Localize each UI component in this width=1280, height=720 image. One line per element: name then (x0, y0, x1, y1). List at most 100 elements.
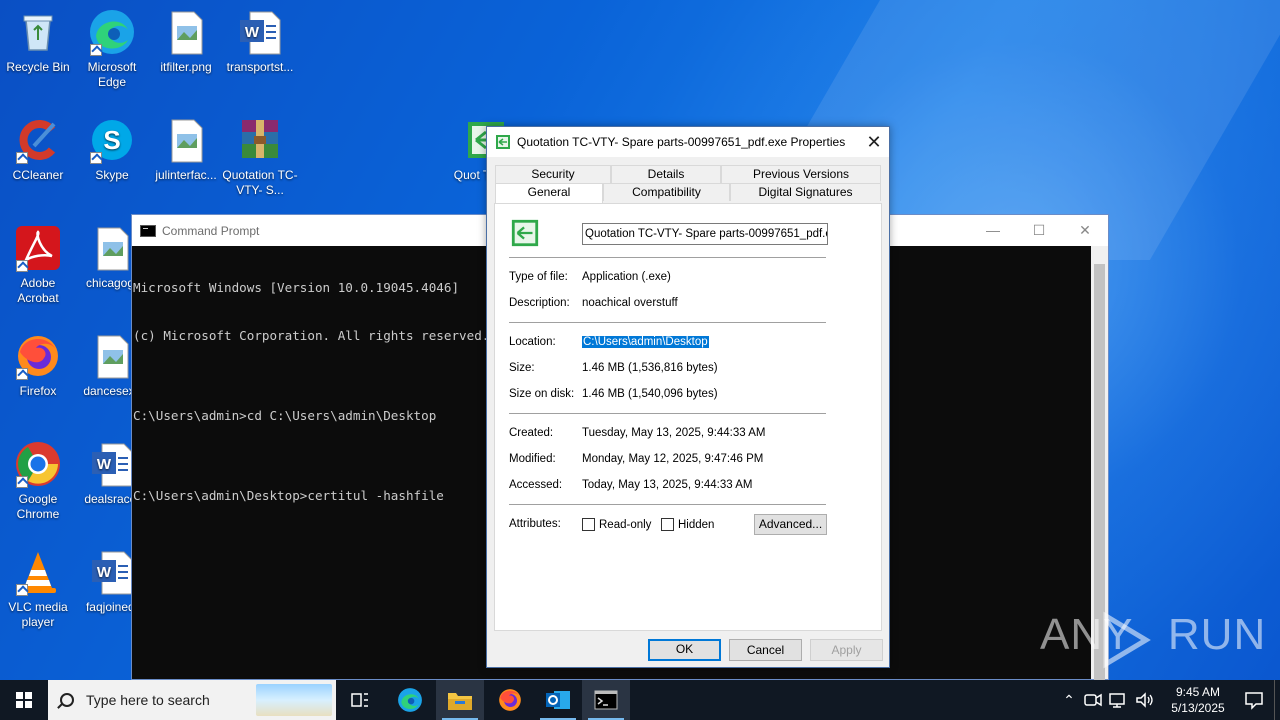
description-value: noachical overstuff (582, 297, 678, 309)
cancel-button[interactable]: Cancel (729, 639, 802, 661)
tab-compatibility[interactable]: Compatibility (603, 183, 730, 201)
desktop-icon-julinterfac[interactable]: julinterfac... (148, 116, 224, 183)
shortcut-arrow-icon (16, 476, 28, 488)
notifications-icon[interactable] (1234, 690, 1274, 710)
properties-dialog[interactable]: Quotation TC-VTY- Spare parts-00997651_p… (486, 126, 890, 668)
file-name-field[interactable]: Quotation TC-VTY- Spare parts-00997651_p… (582, 223, 828, 245)
maximize-icon[interactable]: ☐ (1016, 215, 1062, 246)
desktop-icon-itfilter[interactable]: itfilter.png (148, 8, 224, 75)
desktop-icon-ccleaner[interactable]: CCleaner (0, 116, 76, 183)
network-icon[interactable] (1108, 691, 1130, 709)
description-label: Description: (509, 297, 570, 309)
desktop-icon-label: transportst... (226, 60, 294, 74)
desktop-icon-firefox[interactable]: Firefox (0, 332, 76, 399)
taskbar-edge[interactable] (386, 680, 434, 720)
type-value: Application (.exe) (582, 271, 671, 283)
shortcut-arrow-icon (90, 44, 102, 56)
winrar-archive-icon (236, 116, 284, 164)
desktop-icon-edge[interactable]: Microsoft Edge (74, 8, 150, 90)
size-value: 1.46 MB (1,536,816 bytes) (582, 362, 718, 374)
attributes-label: Attributes: (509, 518, 561, 530)
desktop-icon-vlc[interactable]: VLC media player (0, 548, 76, 630)
word-doc-icon: W (88, 440, 136, 488)
windows-logo-icon (16, 692, 32, 708)
ok-button[interactable]: OK (648, 639, 721, 661)
desktop-icon-label: VLC media player (8, 600, 68, 629)
desktop-icon-recycle-bin[interactable]: Recycle Bin (0, 8, 76, 75)
divider (509, 504, 826, 505)
apply-button[interactable]: Apply (810, 639, 883, 661)
desktop-icon-label: julinterfac... (155, 168, 217, 182)
taskbar-outlook[interactable] (534, 680, 582, 720)
checkbox-box[interactable] (661, 518, 674, 531)
desktop-icon-label: itfilter.png (160, 60, 212, 74)
show-desktop-button[interactable] (1274, 680, 1280, 720)
readonly-checkbox[interactable]: Read-only (582, 518, 651, 531)
taskbar-clock[interactable]: 9:45 AM 5/13/2025 (1162, 684, 1234, 716)
desktop-icon-transportst[interactable]: W transportst... (222, 8, 298, 75)
tab-details[interactable]: Details (611, 165, 721, 183)
skype-icon: S (88, 116, 136, 164)
edge-icon (398, 688, 422, 712)
svg-text:W: W (97, 456, 112, 473)
created-label: Created: (509, 427, 554, 439)
dialog-title: Quotation TC-VTY- Spare parts-00997651_p… (517, 135, 846, 149)
chrome-icon (14, 440, 62, 488)
desktop-icon-chrome[interactable]: Google Chrome (0, 440, 76, 522)
hidden-checkbox[interactable]: Hidden (661, 518, 714, 531)
shortcut-arrow-icon (16, 368, 28, 380)
minimize-icon[interactable]: — (970, 215, 1016, 246)
dialog-title-bar[interactable]: Quotation TC-VTY- Spare parts-00997651_p… (487, 127, 889, 157)
general-tab-panel: Quotation TC-VTY- Spare parts-00997651_p… (494, 203, 882, 631)
accessed-value: Today, May 13, 2025, 9:44:33 AM (582, 479, 753, 491)
task-view-button[interactable] (336, 680, 384, 720)
svg-text:S: S (103, 125, 120, 155)
taskbar-file-explorer[interactable] (436, 680, 484, 720)
tab-security[interactable]: Security (495, 165, 611, 183)
cmd-title: Command Prompt (162, 223, 260, 238)
taskbar-firefox[interactable] (486, 680, 534, 720)
meet-now-icon[interactable] (1082, 691, 1104, 709)
image-file-icon (88, 224, 136, 272)
tab-previous-versions[interactable]: Previous Versions (721, 165, 881, 183)
word-doc-icon: W (236, 8, 284, 56)
desktop-icon-label: Quotation TC-VTY- S... (222, 168, 298, 197)
search-placeholder: Type here to search (86, 692, 210, 708)
created-value: Tuesday, May 13, 2025, 9:44:33 AM (582, 427, 766, 439)
size-label: Size: (509, 362, 535, 374)
volume-icon[interactable] (1134, 691, 1156, 709)
shortcut-arrow-icon (16, 260, 28, 272)
acrobat-icon (14, 224, 62, 272)
search-highlight-image (256, 684, 332, 716)
close-icon[interactable]: ✕ (1062, 215, 1108, 246)
checkbox-box[interactable] (582, 518, 595, 531)
desktop-icon-label: Adobe Acrobat (17, 276, 59, 305)
location-selection[interactable]: C:\Users\admin\Desktop (582, 336, 709, 348)
tab-digital-signatures[interactable]: Digital Signatures (730, 183, 881, 201)
shortcut-arrow-icon (90, 152, 102, 164)
exe-file-icon (511, 219, 539, 247)
close-icon[interactable]: ✕ (859, 127, 889, 157)
desktop-icon-adobe-acrobat[interactable]: Adobe Acrobat (0, 224, 76, 306)
divider (509, 257, 826, 258)
chevron-up-icon[interactable]: ⌃ (1056, 692, 1082, 709)
modified-label: Modified: (509, 453, 556, 465)
vlc-icon (14, 548, 62, 596)
clock-date: 5/13/2025 (1171, 701, 1225, 715)
shortcut-arrow-icon (16, 584, 28, 596)
taskbar-command-prompt[interactable] (582, 680, 630, 720)
desktop-icon-label: CCleaner (12, 168, 64, 182)
taskbar-search-box[interactable]: Type here to search (48, 680, 336, 720)
desktop-icon-skype[interactable]: S Skype (74, 116, 150, 183)
task-view-icon (351, 693, 368, 707)
search-icon (60, 693, 74, 707)
desktop-icon-quotation-archive[interactable]: Quotation TC-VTY- S... (222, 116, 298, 198)
tab-general[interactable]: General (495, 183, 603, 203)
divider (509, 413, 826, 414)
advanced-button[interactable]: Advanced... (754, 514, 827, 535)
desktop-icon-label: Microsoft Edge (87, 60, 137, 89)
outlook-icon (546, 691, 570, 709)
word-doc-icon: W (88, 548, 136, 596)
start-button[interactable] (0, 680, 48, 720)
ccleaner-icon (14, 116, 62, 164)
